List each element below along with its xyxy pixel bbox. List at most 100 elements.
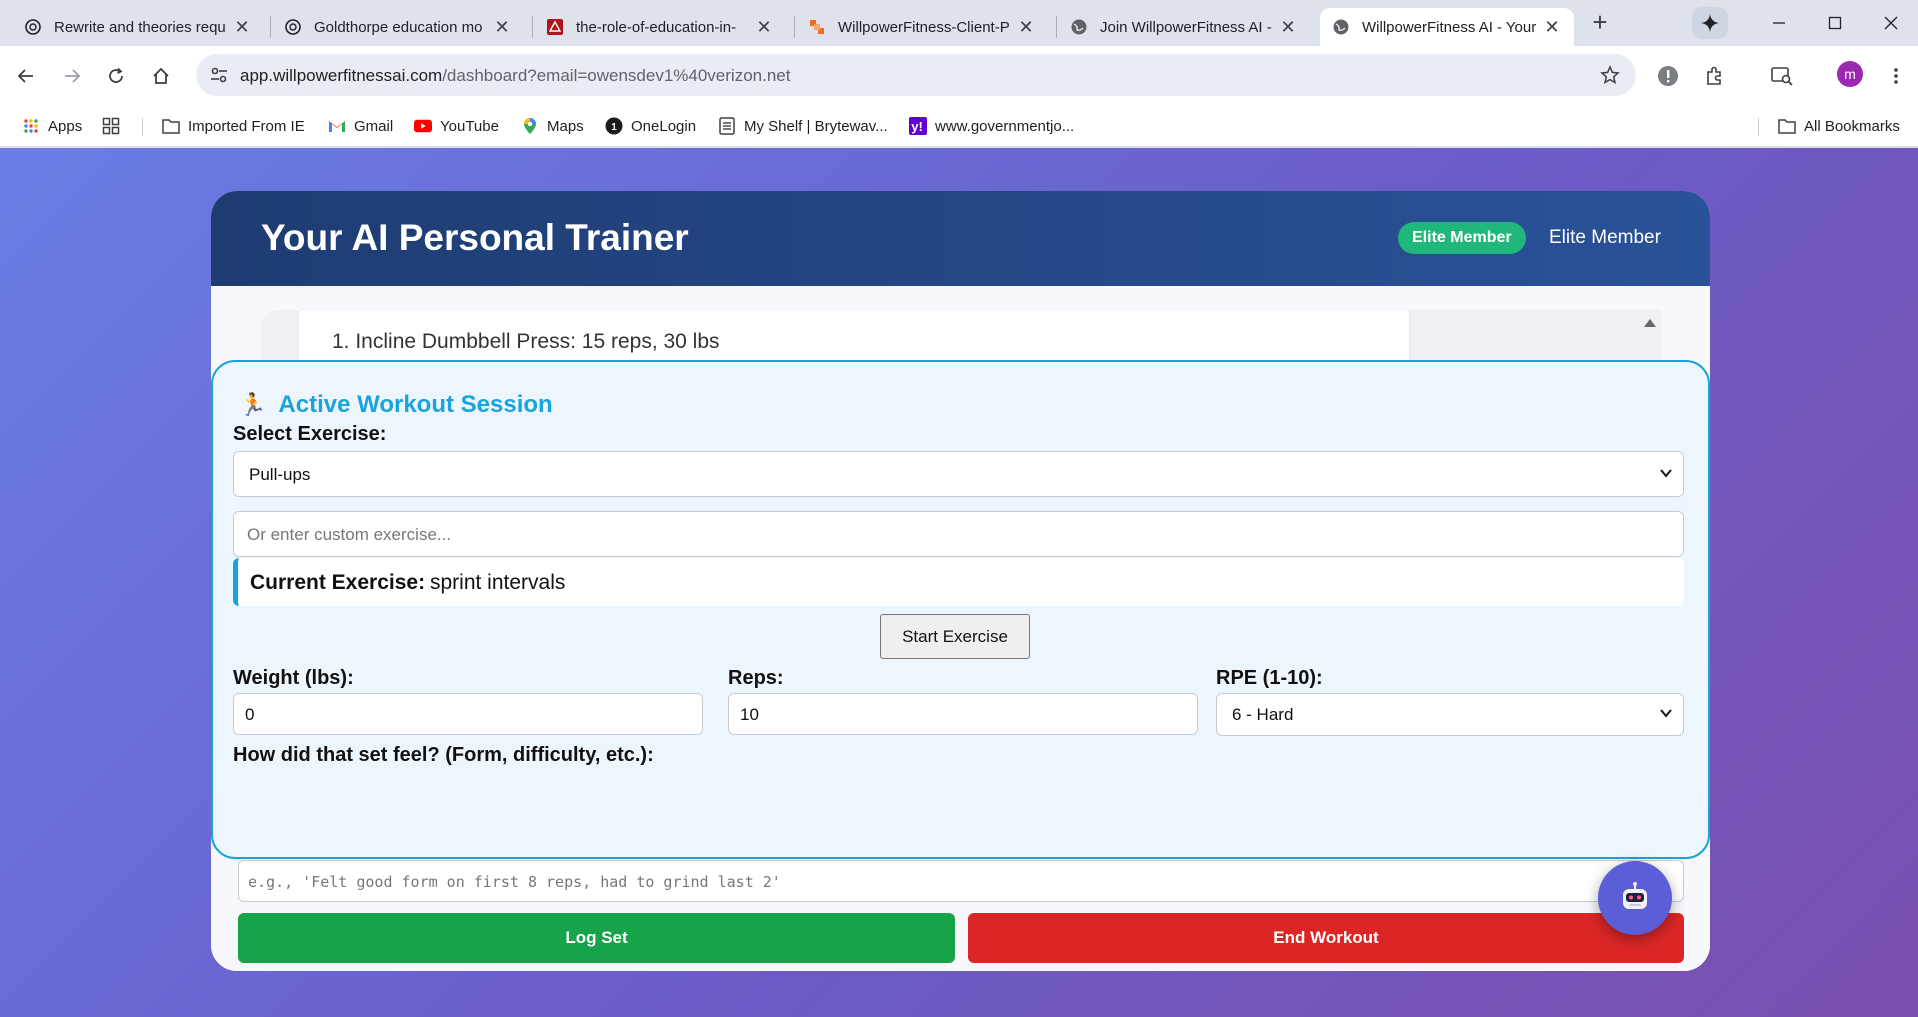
tab-title: Join WillpowerFitness AI -	[1100, 18, 1272, 36]
bookmark-label: OneLogin	[631, 117, 697, 135]
tab-rewrite[interactable]: Rewrite and theories requ ✕	[12, 8, 264, 46]
reload-icon	[109, 67, 123, 83]
session-title: 🏃 Active Workout Session	[239, 391, 553, 419]
bookmark-star-icon[interactable]	[1600, 65, 1620, 90]
bookmark-label: YouTube	[440, 117, 499, 135]
bookmark-governmentjobs[interactable]: y! www.governmentjo...	[909, 113, 1074, 139]
rpe-label: RPE (1-10):	[1216, 667, 1323, 689]
url-text: app.willpowerfitnessai.com/dashboard?ema…	[240, 66, 790, 86]
current-exercise-box: Current Exercise: sprint intervals	[233, 558, 1684, 606]
tab-join-willpower[interactable]: Join WillpowerFitness AI - ✕	[1058, 8, 1310, 46]
rpe-select[interactable]: 6 - Hard	[1216, 693, 1684, 736]
gmail-icon	[328, 117, 346, 135]
page-title: Your AI Personal Trainer	[261, 217, 689, 258]
page-viewport: Your AI Personal Trainer Elite Member El…	[0, 148, 1918, 1017]
close-icon[interactable]: ✕	[1016, 17, 1036, 37]
app-icon	[808, 18, 826, 36]
home-icon	[153, 67, 169, 84]
exercise-select-value: Pull-ups	[249, 465, 311, 484]
history-item: 1. Incline Dumbbell Press: 15 reps, 30 l…	[332, 330, 720, 353]
tab-role-of-education[interactable]: the-role-of-education-in- ✕	[534, 8, 786, 46]
close-icon[interactable]: ✕	[1542, 17, 1562, 37]
url-path: /dashboard?email=owensdev1%40verizon.net	[442, 66, 791, 85]
reps-input[interactable]: 10	[728, 693, 1198, 735]
extension-alert-icon[interactable]	[1652, 60, 1684, 92]
globe-icon	[1332, 18, 1350, 36]
folder-icon	[162, 117, 180, 135]
maps-icon	[521, 117, 539, 135]
close-icon[interactable]: ✕	[232, 17, 252, 37]
close-icon[interactable]: ✕	[754, 17, 774, 37]
maximize-button[interactable]	[1812, 6, 1858, 40]
home-button[interactable]	[145, 60, 177, 92]
bookmark-label: Apps	[48, 117, 83, 135]
current-exercise-value: sprint intervals	[430, 571, 566, 594]
chatgpt-icon	[24, 18, 42, 36]
gemini-button[interactable]	[1692, 7, 1728, 39]
grid-icon	[102, 117, 120, 135]
youtube-icon	[414, 117, 432, 135]
back-arrow-icon	[17, 69, 33, 83]
bookmarks-bar: Apps Imported From IE Gmail YouTube Maps…	[0, 105, 1918, 147]
tab-divider	[270, 16, 271, 38]
minimize-button[interactable]	[1756, 6, 1802, 40]
forward-arrow-icon	[65, 69, 81, 83]
tab-groups-button[interactable]	[102, 113, 128, 139]
log-set-button[interactable]: Log Set	[238, 913, 955, 963]
chevron-down-icon	[1659, 705, 1673, 725]
bookmark-youtube[interactable]: YouTube	[414, 113, 499, 139]
bookmark-divider	[1758, 118, 1759, 136]
globe-icon	[1070, 18, 1088, 36]
yahoo-icon: y!	[909, 117, 927, 135]
weight-input[interactable]: 0	[233, 693, 703, 735]
action-bar: Log Set End Workout	[211, 891, 1710, 971]
profile-avatar[interactable]: m	[1837, 61, 1863, 87]
forward-button[interactable]	[56, 60, 88, 92]
feel-label: How did that set feel? (Form, difficulty…	[233, 744, 654, 766]
start-exercise-button[interactable]: Start Exercise	[880, 614, 1030, 659]
tab-goldthorpe[interactable]: Goldthorpe education mo ✕	[272, 8, 524, 46]
tab-divider	[532, 16, 533, 38]
menu-kebab-icon[interactable]	[1880, 60, 1912, 92]
svg-text:1: 1	[611, 122, 617, 133]
set-feedback-placeholder: e.g., 'Felt good form on first 8 reps, h…	[248, 873, 781, 891]
tab-search-icon[interactable]	[1766, 60, 1798, 92]
custom-exercise-input[interactable]: Or enter custom exercise...	[233, 511, 1684, 557]
exercise-select[interactable]: Pull-ups	[233, 451, 1684, 497]
bookmark-divider	[142, 118, 143, 136]
scroll-up-arrow-icon[interactable]	[1644, 319, 1656, 327]
close-window-button[interactable]	[1868, 6, 1914, 40]
bookmark-label: Imported From IE	[188, 117, 305, 135]
bookmark-maps[interactable]: Maps	[521, 113, 584, 139]
all-bookmarks[interactable]: All Bookmarks	[1778, 113, 1900, 139]
bookmark-gmail[interactable]: Gmail	[328, 113, 393, 139]
select-exercise-label: Select Exercise:	[233, 423, 387, 445]
tab-willpower-dashboard[interactable]: WillpowerFitness AI - Your ✕	[1320, 8, 1574, 46]
custom-exercise-placeholder: Or enter custom exercise...	[247, 525, 452, 544]
tab-divider	[1056, 16, 1057, 38]
close-icon[interactable]: ✕	[1278, 17, 1298, 37]
new-tab-button[interactable]: +	[1585, 9, 1615, 36]
tab-client-portal[interactable]: WillpowerFitness-Client-P ✕	[796, 8, 1048, 46]
extensions-icon[interactable]	[1698, 60, 1730, 92]
set-feedback-textarea[interactable]: e.g., 'Felt good form on first 8 reps, h…	[238, 860, 1684, 902]
bookmark-apps[interactable]: Apps	[22, 113, 82, 139]
bookmark-onelogin[interactable]: 1 OneLogin	[605, 113, 696, 139]
tab-title: Rewrite and theories requ	[54, 18, 226, 36]
end-workout-button[interactable]: End Workout	[968, 913, 1684, 963]
ai-assistant-button[interactable]	[1598, 861, 1672, 935]
weight-value: 0	[245, 705, 255, 724]
bookmark-my-shelf[interactable]: My Shelf | Brytewav...	[718, 113, 888, 139]
close-icon[interactable]: ✕	[492, 17, 512, 37]
bookmark-imported-from-ie[interactable]: Imported From IE	[162, 113, 305, 139]
running-person-icon: 🏃	[239, 392, 267, 417]
reps-label: Reps:	[728, 667, 784, 689]
address-bar[interactable]: app.willpowerfitnessai.com/dashboard?ema…	[196, 54, 1636, 96]
apps-grid-icon	[22, 117, 40, 135]
pdf-icon	[546, 18, 564, 36]
onelogin-icon: 1	[605, 117, 623, 135]
reload-button[interactable]	[100, 60, 132, 92]
back-button[interactable]	[10, 60, 42, 92]
site-info-icon[interactable]	[209, 65, 229, 90]
url-host: app.willpowerfitnessai.com	[240, 66, 443, 85]
